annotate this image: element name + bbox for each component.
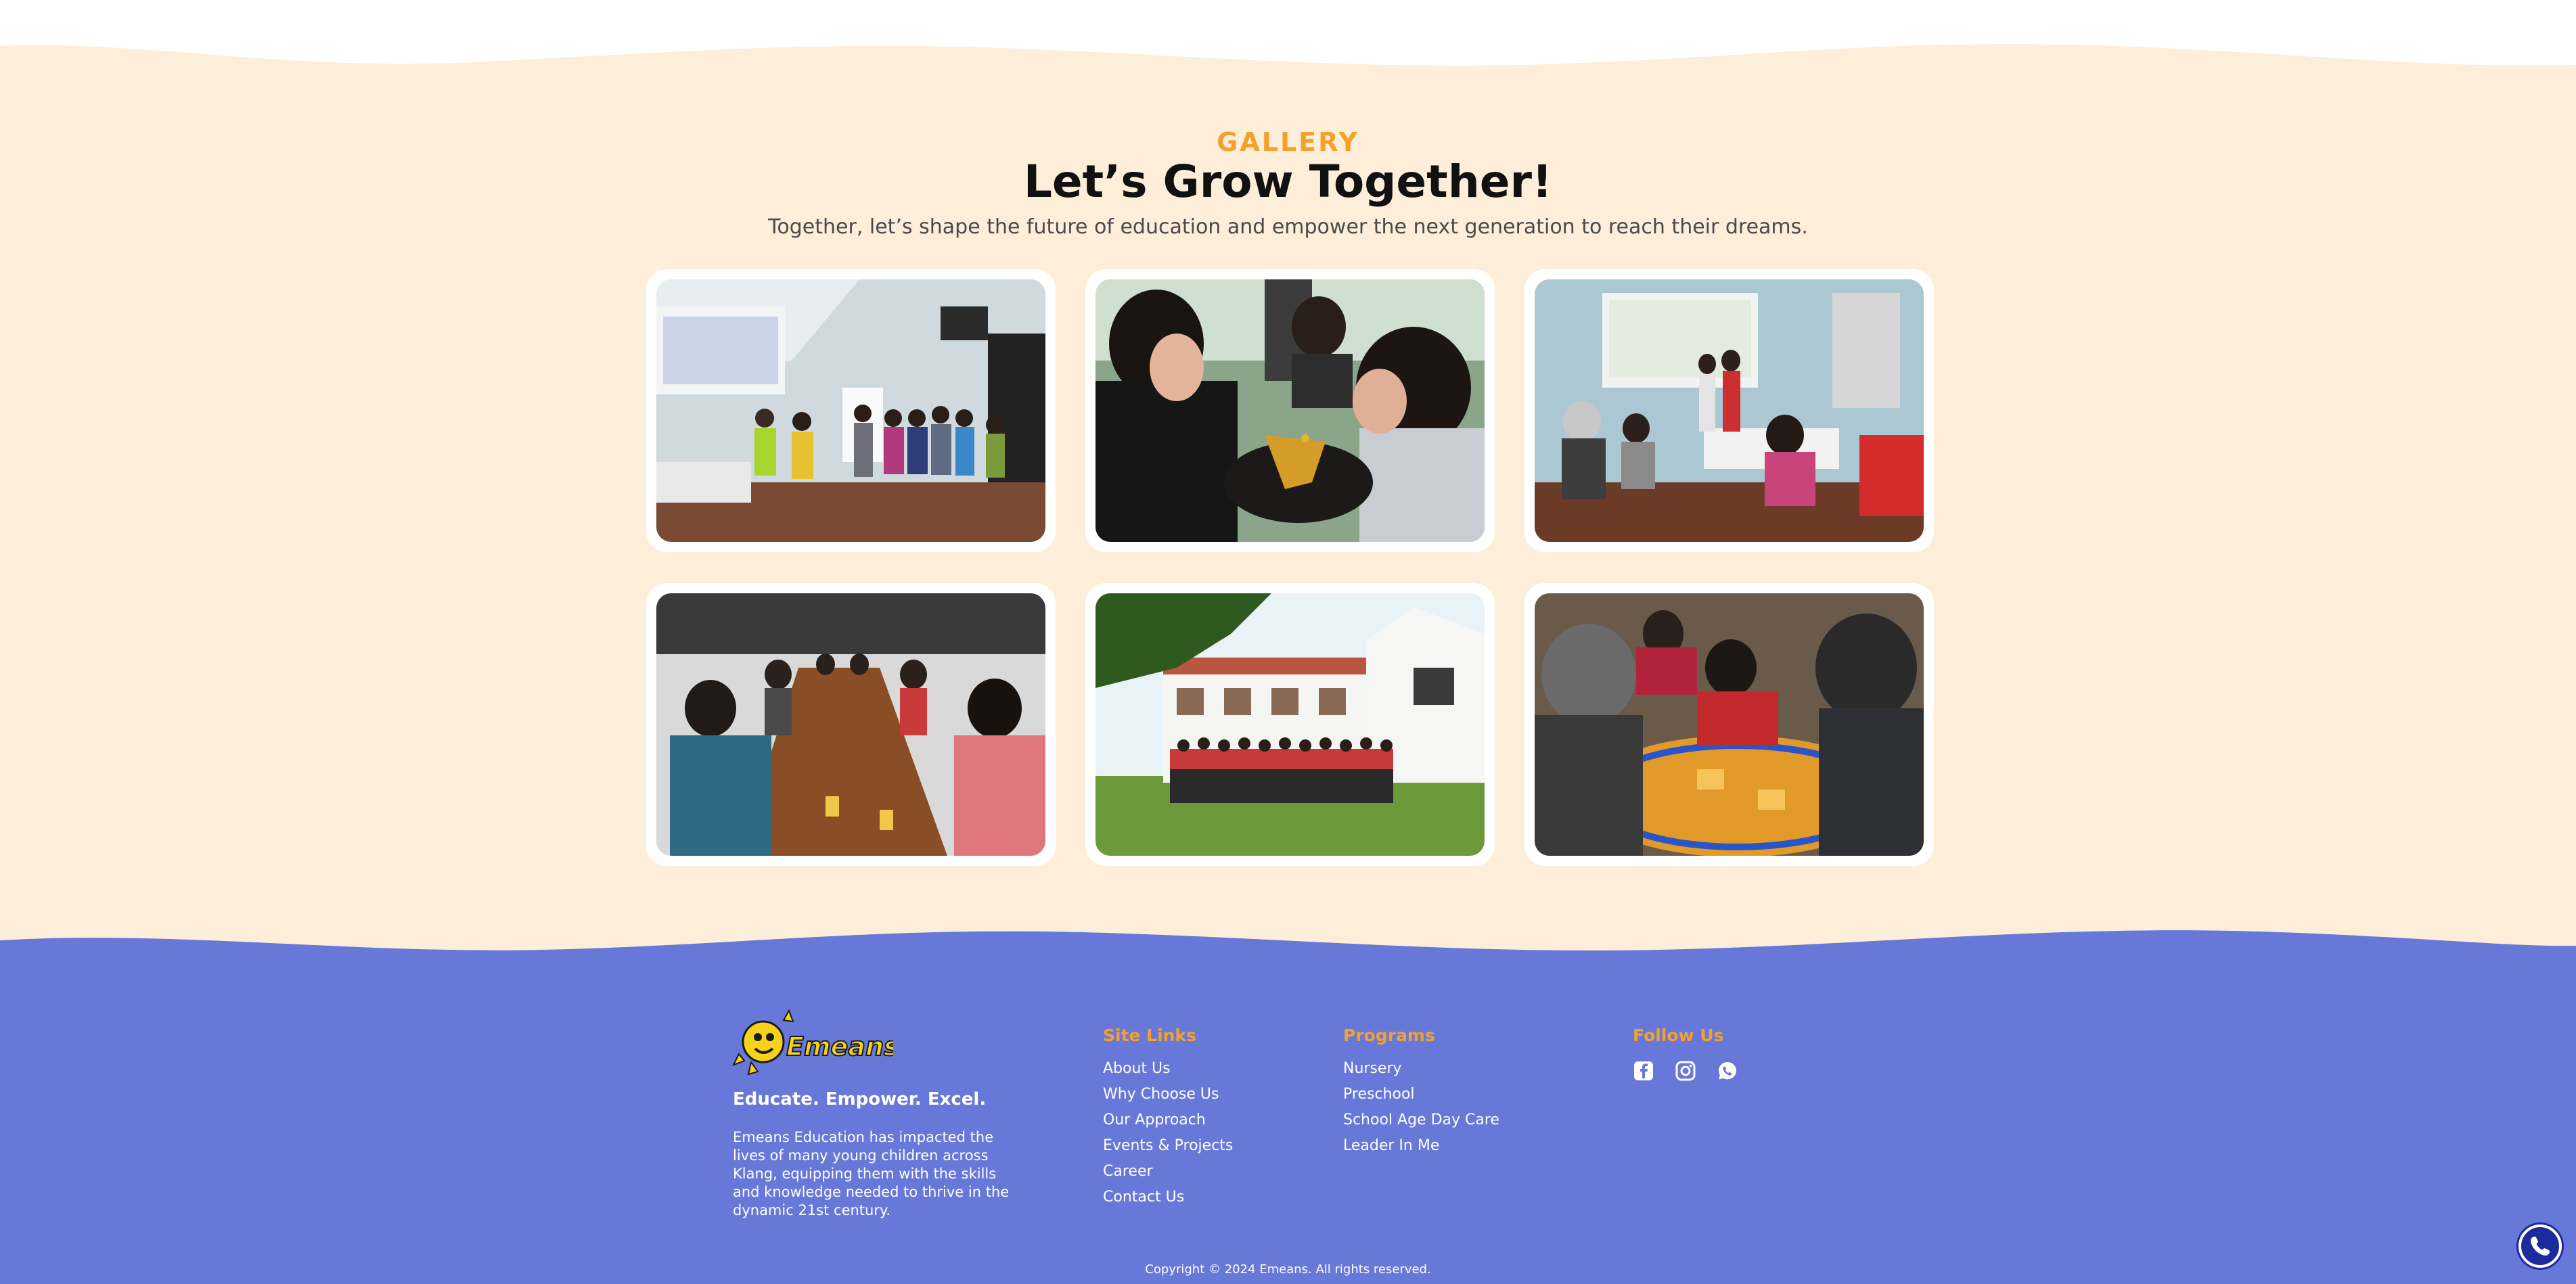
site-footer: Emeans Educate. Empower. Excel. Emeans E… bbox=[0, 927, 2576, 1284]
phone-icon bbox=[2531, 1236, 2550, 1256]
gallery-title: Let’s Grow Together! bbox=[1023, 156, 1553, 208]
programs-heading: Programs bbox=[1343, 1026, 1435, 1045]
emeans-logo[interactable]: Emeans bbox=[731, 1007, 893, 1081]
list-item: Career bbox=[1103, 1163, 1233, 1189]
link-why-choose-us[interactable]: Why Choose Us bbox=[1103, 1086, 1219, 1103]
link-career[interactable]: Career bbox=[1103, 1163, 1153, 1180]
list-item: Nursery bbox=[1343, 1060, 1499, 1086]
gallery-eyebrow: GALLERY bbox=[1217, 127, 1359, 157]
link-school-age-day-care[interactable]: School Age Day Care bbox=[1343, 1111, 1499, 1128]
gallery-subtitle: Together, let’s shape the future of educ… bbox=[768, 215, 1808, 239]
call-button[interactable] bbox=[2518, 1224, 2562, 1268]
gallery-photo-students-crafting bbox=[1095, 279, 1485, 542]
link-events-projects[interactable]: Events & Projects bbox=[1103, 1137, 1233, 1154]
whatsapp-icon[interactable] bbox=[1717, 1060, 1738, 1082]
instagram-icon[interactable] bbox=[1675, 1060, 1696, 1082]
gallery-card[interactable] bbox=[1524, 583, 1934, 866]
programs-column: Programs Nursery Preschool School Age Da… bbox=[1343, 1026, 1499, 1163]
gallery-photo-classroom-presentation bbox=[656, 279, 1045, 542]
list-item: Why Choose Us bbox=[1103, 1086, 1233, 1111]
link-contact-us[interactable]: Contact Us bbox=[1103, 1189, 1184, 1206]
link-nursery[interactable]: Nursery bbox=[1343, 1060, 1402, 1077]
list-item: Events & Projects bbox=[1103, 1137, 1233, 1163]
list-item: School Age Day Care bbox=[1343, 1111, 1499, 1137]
brand-tagline: Educate. Empower. Excel. bbox=[733, 1089, 987, 1109]
gallery-card[interactable] bbox=[1524, 269, 1934, 552]
link-leader-in-me[interactable]: Leader In Me bbox=[1343, 1137, 1439, 1154]
list-item: Contact Us bbox=[1103, 1189, 1233, 1214]
footer-wave-background bbox=[0, 930, 2576, 1284]
site-links-list: About Us Why Choose Us Our Approach Even… bbox=[1103, 1060, 1233, 1214]
gallery-section: GALLERY Let’s Grow Together! Together, l… bbox=[0, 0, 2576, 961]
social-icons bbox=[1633, 1060, 1738, 1082]
logo-wordmark: Emeans bbox=[786, 1032, 893, 1061]
link-preschool[interactable]: Preschool bbox=[1343, 1086, 1415, 1103]
site-links-heading: Site Links bbox=[1103, 1026, 1196, 1045]
link-our-approach[interactable]: Our Approach bbox=[1103, 1111, 1206, 1128]
list-item: Preschool bbox=[1343, 1086, 1499, 1111]
gallery-card[interactable] bbox=[646, 269, 1056, 552]
list-item: Our Approach bbox=[1103, 1111, 1233, 1137]
gallery-card[interactable] bbox=[1085, 269, 1495, 552]
list-item: About Us bbox=[1103, 1060, 1233, 1086]
gallery-photo-training-room bbox=[1535, 279, 1924, 542]
programs-list: Nursery Preschool School Age Day Care Le… bbox=[1343, 1060, 1499, 1163]
site-links-column: Site Links About Us Why Choose Us Our Ap… bbox=[1103, 1026, 1233, 1214]
copyright-text: Copyright © 2024 Emeans. All rights rese… bbox=[1145, 1262, 1431, 1277]
gallery-card[interactable] bbox=[1085, 583, 1495, 866]
follow-us-column: Follow Us bbox=[1633, 1026, 1738, 1082]
brand-description: Emeans Education has impacted the lives … bbox=[733, 1129, 1010, 1218]
gallery-grid bbox=[646, 269, 1934, 866]
gallery-photo-group-outdoors bbox=[1095, 593, 1485, 856]
gallery-photo-table-crafting bbox=[1535, 593, 1924, 856]
follow-us-heading: Follow Us bbox=[1633, 1026, 1724, 1045]
link-about-us[interactable]: About Us bbox=[1103, 1060, 1171, 1077]
gallery-photo-long-table-activity bbox=[656, 593, 1045, 856]
list-item: Leader In Me bbox=[1343, 1137, 1499, 1163]
gallery-card[interactable] bbox=[646, 583, 1056, 866]
facebook-icon[interactable] bbox=[1633, 1060, 1654, 1082]
